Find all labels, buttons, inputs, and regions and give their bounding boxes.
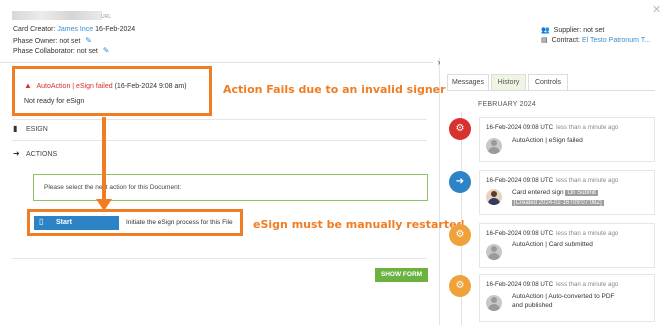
avatar <box>486 138 502 154</box>
event-time: 16-Feb-2024 09:08 UTC <box>486 124 554 131</box>
event-text-block: Card entered sign On Submit [Created 202… <box>512 188 604 208</box>
history-event: 16-Feb-2024 09:08 UTC less than a minute … <box>479 170 655 215</box>
tab-history[interactable]: History <box>491 74 526 90</box>
card-detail-page: URL ✕ Card Creator: James Ince 16-Feb-20… <box>0 0 670 325</box>
event-time-row: 16-Feb-2024 09:08 UTC less than a minute … <box>486 281 618 288</box>
event-text-continued: and published <box>512 302 553 309</box>
event-text: AutoAction | Auto-converted to PDF <box>512 293 615 300</box>
avatar <box>486 295 502 311</box>
section-divider <box>12 258 427 259</box>
timeline-month: FEBRUARY 2024 <box>478 101 536 108</box>
event-text-block: AutoAction | Auto-converted to PDF and p… <box>512 292 615 310</box>
tab-messages[interactable]: Messages <box>447 74 489 90</box>
status-badge: On Submit <box>565 190 598 196</box>
avatar <box>486 244 502 260</box>
event-time-row: 16-Feb-2024 09:08 UTC less than a minute … <box>486 177 618 184</box>
gears-icon: ⚙ <box>449 224 471 246</box>
event-text: Card entered sign <box>512 189 564 196</box>
event-time-row: 16-Feb-2024 09:08 UTC less than a minute … <box>486 230 618 237</box>
event-time: 16-Feb-2024 09:08 UTC <box>486 177 554 184</box>
avatar <box>486 189 502 205</box>
event-ago: less than a minute ago <box>556 124 619 131</box>
history-event: 16-Feb-2024 09:08 UTC less than a minute … <box>479 117 655 162</box>
event-ago: less than a minute ago <box>556 230 619 237</box>
event-time-row: 16-Feb-2024 09:08 UTC less than a minute … <box>486 124 618 131</box>
arrow-right-icon: ➜ <box>449 171 471 193</box>
tabs-divider <box>447 90 655 91</box>
gears-icon: ⚙ <box>449 275 471 297</box>
event-text: AutoAction | eSign failed <box>512 137 583 144</box>
event-ago: less than a minute ago <box>556 177 619 184</box>
event-time: 16-Feb-2024 09:08 UTC <box>486 230 554 237</box>
tab-controls[interactable]: Controls <box>528 74 568 90</box>
event-ago: less than a minute ago <box>556 281 619 288</box>
show-form-button[interactable]: SHOW FORM <box>375 268 428 282</box>
gears-icon: ⚙ <box>449 118 471 140</box>
history-event: 16-Feb-2024 09:08 UTC less than a minute … <box>479 274 655 322</box>
history-event: 16-Feb-2024 09:08 UTC less than a minute … <box>479 223 655 268</box>
event-text: AutoAction | Card submitted <box>512 241 593 248</box>
created-badge: [Created 2024-02-16T09:07:08Z] <box>512 200 604 206</box>
event-time: 16-Feb-2024 09:08 UTC <box>486 281 554 288</box>
